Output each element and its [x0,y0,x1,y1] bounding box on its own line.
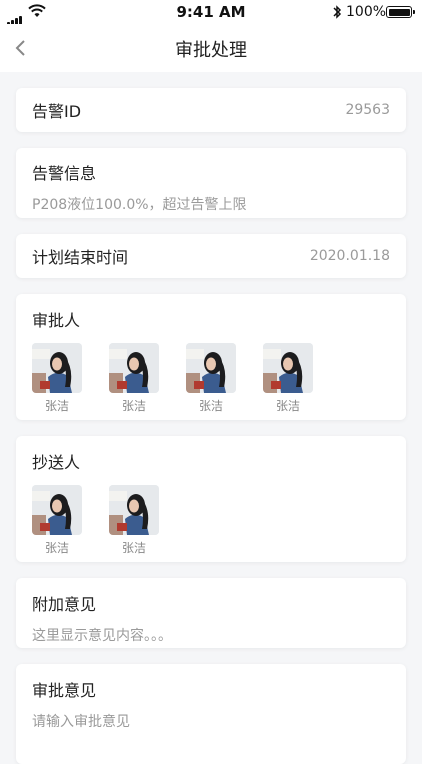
alert-info-label: 告警信息 [32,164,97,183]
approvers-list: 张洁 张洁 张洁 张洁 [32,343,390,414]
nav-bar: 审批处理 [0,24,422,72]
extra-opinion-content: 这里显示意见内容。。。 [32,628,172,644]
alert-id-value: 29563 [345,102,390,118]
extra-opinion-label: 附加意见 [32,595,97,614]
extra-opinion-card: 附加意见 这里显示意见内容。。。 [16,578,406,648]
approver-name: 张洁 [275,399,300,413]
avatar [32,343,82,393]
battery-percent: 100% [346,4,387,20]
avatar [263,343,313,393]
approval-opinion-card[interactable]: 审批意见 请输入审批意见 [16,664,406,764]
alert-id-label: 告警ID [32,102,82,121]
avatar [186,343,236,393]
approval-opinion-input[interactable]: 请输入审批意见 [32,711,390,731]
end-time-value: 2020.01.18 [309,248,390,264]
approvers-card: 审批人 张洁 张洁 张洁 张洁 [16,294,406,420]
cc-name: 张洁 [121,541,146,555]
cc-name: 张洁 [44,541,69,555]
cc-item[interactable]: 张洁 [109,485,159,556]
end-time-card: 计划结束时间 2020.01.18 [16,234,406,278]
avatar [109,343,159,393]
approvers-label: 审批人 [32,311,81,330]
avatar [32,485,82,535]
approver-name: 张洁 [121,399,146,413]
cc-list: 张洁 张洁 [32,485,390,556]
approver-item[interactable]: 张洁 [109,343,159,414]
cc-item[interactable]: 张洁 [32,485,82,556]
approver-item[interactable]: 张洁 [263,343,313,414]
status-bar: 9:41 AM 100% [0,0,422,26]
bluetooth-icon [333,5,342,19]
end-time-label: 计划结束时间 [32,248,129,267]
approver-item[interactable]: 张洁 [186,343,236,414]
alert-id-card: 告警ID 29563 [16,88,406,132]
avatar [109,485,159,535]
approval-opinion-label: 审批意见 [32,681,97,700]
approver-name: 张洁 [44,399,69,413]
cc-card: 抄送人 张洁 张洁 [16,436,406,562]
approver-item[interactable]: 张洁 [32,343,82,414]
battery-icon [386,6,415,18]
page-title: 审批处理 [175,40,247,61]
cc-label: 抄送人 [32,453,81,472]
approver-name: 张洁 [198,399,223,413]
alert-info-content: P208液位100.0%，超过告警上限 [32,197,247,213]
alert-info-card: 告警信息 P208液位100.0%，超过告警上限 [16,148,406,218]
